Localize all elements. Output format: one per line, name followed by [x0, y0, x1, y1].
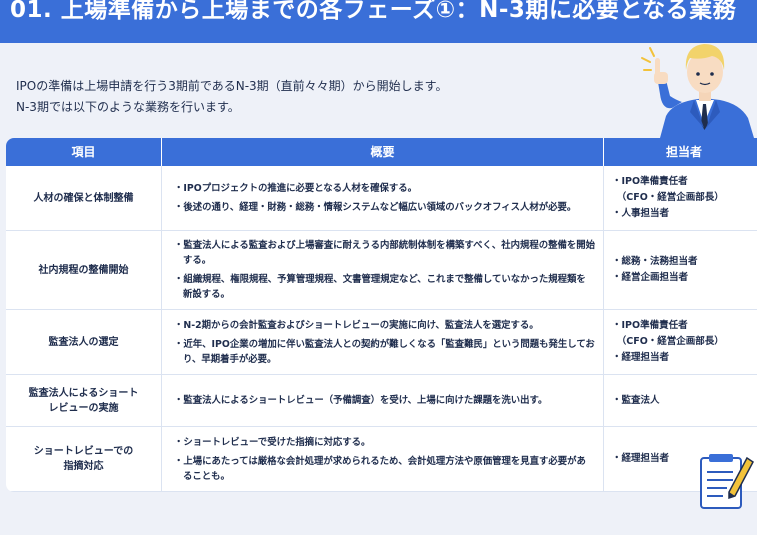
- overview-bullet: ・ショートレビューで受けた指摘に対応する。: [174, 436, 371, 448]
- owner-line: ・監査法人: [612, 394, 660, 406]
- intro-text: IPOの準備は上場申請を行う3期前であるN-3期（直前々々期）から開始します。 …: [16, 76, 616, 118]
- row-item: 社内規程の整備開始: [38, 264, 129, 276]
- row-owner: ・総務・法務担当者 ・経営企画担当者: [604, 231, 757, 309]
- row-owner: ・監査法人: [604, 375, 757, 426]
- table-row: 監査法人によるショート レビューの実施 ・監査法人によるショートレビュー（予備調…: [6, 375, 757, 427]
- row-item: ショートレビューでの 指摘対応: [33, 446, 134, 472]
- owner-line: ・IPO準備責任者: [612, 320, 688, 331]
- overview-bullet: ・上場にあたっては厳格な会計処理が求められるため、会計処理方法や原価管理を見直す…: [174, 455, 586, 482]
- row-overview: ・N-2期からの会計監査およびショートレビューの実施に向け、監査法人を選定する。…: [162, 310, 603, 374]
- table-row: ショートレビューでの 指摘対応 ・ショートレビューで受けた指摘に対応する。 ・上…: [6, 427, 757, 492]
- row-overview: ・監査法人によるショートレビュー（予備調査）を受け、上場に向けた課題を洗い出す。: [162, 375, 603, 426]
- page-title: 01. 上場準備から上場までの各フェーズ①：N-3期に必要となる業務: [10, 0, 737, 23]
- document-pen-icon: [700, 454, 754, 509]
- owner-line: （CFO・経営企画部長）: [612, 336, 724, 347]
- header-overview: 概要: [370, 145, 395, 159]
- owner-line: ・経理担当者: [612, 352, 670, 363]
- header-owner: 担当者: [665, 145, 702, 159]
- overview-bullet: ・IPOプロジェクトの推進に必要となる人材を確保する。: [174, 183, 418, 194]
- overview-bullet: ・組織規程、権限規程、予算管理規程、文書管理規定など、これまで整備していなかった…: [174, 274, 586, 300]
- table-row: 監査法人の選定 ・N-2期からの会計監査およびショートレビューの実施に向け、監査…: [6, 310, 757, 375]
- owner-line: ・経営企画担当者: [612, 272, 689, 283]
- businessman-pointing-icon: [641, 44, 754, 138]
- column-divider: [161, 166, 162, 492]
- overview-bullet: ・監査法人による監査および上場審査に耐えうる内部統制体制を構築すべく、社内規程の…: [174, 240, 595, 266]
- overview-bullet: ・近年、IPO企業の増加に伴い監査法人との契約が難しくなる「監査難民」という問題…: [174, 338, 595, 365]
- owner-line: （CFO・経営企画部長）: [612, 192, 724, 203]
- table-row: 人材の確保と体制整備 ・IPOプロジェクトの推進に必要となる人材を確保する。 ・…: [6, 166, 757, 231]
- header-divider: [603, 138, 604, 166]
- row-item: 監査法人によるショート レビューの実施: [28, 387, 139, 414]
- row-overview: ・ショートレビューで受けた指摘に対応する。 ・上場にあたっては厳格な会計処理が求…: [162, 427, 603, 491]
- tasks-table: 項目 概要 担当者 人材の確保と体制整備 ・IPOプロジェクトの推進に必要となる…: [6, 138, 757, 492]
- row-overview: ・監査法人による監査および上場審査に耐えうる内部統制体制を構築すべく、社内規程の…: [162, 231, 603, 309]
- table-row: 社内規程の整備開始 ・監査法人による監査および上場審査に耐えうる内部統制体制を構…: [6, 231, 757, 310]
- row-owner: ・IPO準備責任者 （CFO・経営企画部長） ・人事担当者: [604, 166, 757, 230]
- row-item: 監査法人の選定: [48, 336, 119, 348]
- header-divider: [161, 138, 162, 166]
- intro-line-2: N-3期では以下のような業務を行います。: [16, 100, 240, 114]
- owner-line: ・総務・法務担当者: [612, 256, 698, 267]
- table-header: 項目 概要 担当者: [6, 138, 757, 166]
- intro-line-1: IPOの準備は上場申請を行う3期前であるN-3期（直前々々期）から開始します。: [16, 79, 448, 93]
- overview-bullet: ・N-2期からの会計監査およびショートレビューの実施に向け、監査法人を選定する。: [174, 319, 539, 331]
- row-owner: ・IPO準備責任者 （CFO・経営企画部長） ・経理担当者: [604, 310, 757, 374]
- row-overview: ・IPOプロジェクトの推進に必要となる人材を確保する。 ・後述の通り、経理・財務…: [162, 166, 603, 230]
- owner-line: ・人事担当者: [612, 208, 670, 219]
- row-item: 人材の確保と体制整備: [33, 192, 134, 204]
- header-item: 項目: [71, 145, 96, 159]
- column-divider: [603, 166, 604, 492]
- overview-bullet: ・後述の通り、経理・財務・総務・情報システムなど幅広い領域のバックオフィス人材が…: [174, 202, 577, 213]
- overview-bullet: ・監査法人によるショートレビュー（予備調査）を受け、上場に向けた課題を洗い出す。: [174, 395, 548, 406]
- owner-line: ・IPO準備責任者: [612, 176, 688, 187]
